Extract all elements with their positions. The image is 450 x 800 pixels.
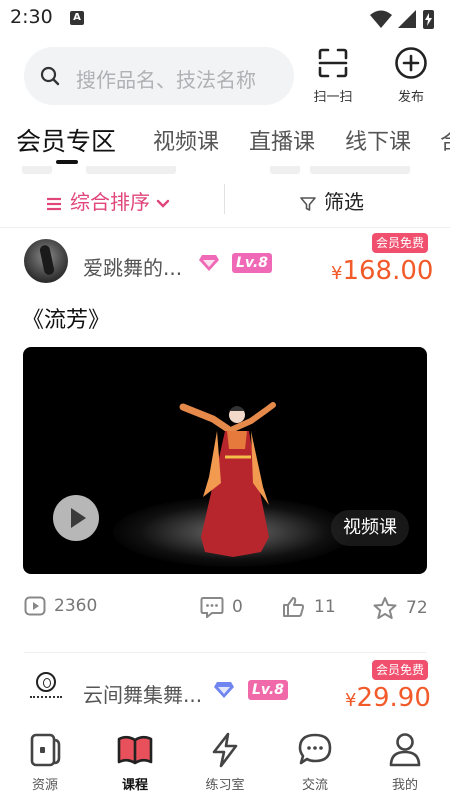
filter-label: 筛选 bbox=[324, 190, 364, 214]
person-icon bbox=[389, 733, 421, 767]
tab-live-course[interactable]: 直播课 bbox=[249, 124, 315, 156]
signal-icon bbox=[398, 10, 416, 28]
add-circle-icon bbox=[395, 47, 427, 79]
video-thumbnail[interactable]: 视频课 bbox=[23, 347, 427, 574]
chevron-down-icon bbox=[156, 199, 170, 208]
favorites-count: 72 bbox=[406, 598, 428, 618]
thumbs-up-icon bbox=[283, 597, 305, 617]
comments-count: 0 bbox=[232, 597, 243, 617]
price-value: 29.90 bbox=[356, 683, 431, 713]
list-icon bbox=[47, 197, 61, 210]
course-price: ¥168.00 bbox=[331, 256, 433, 286]
favorites-stat[interactable]: 72 bbox=[372, 596, 428, 630]
scan-button[interactable]: 扫一扫 bbox=[303, 46, 363, 108]
comments-stat[interactable]: 0 bbox=[200, 596, 243, 630]
lightning-icon bbox=[212, 732, 238, 768]
nav-resources[interactable]: 资源 bbox=[5, 732, 85, 793]
nav-label: 交流 bbox=[301, 778, 328, 793]
filter-divider bbox=[224, 184, 225, 214]
publish-button[interactable]: 发布 bbox=[381, 46, 441, 108]
play-count-icon bbox=[24, 596, 46, 616]
star-icon bbox=[373, 597, 397, 619]
views-stat: 2360 bbox=[24, 596, 97, 630]
video-type-tag: 视频课 bbox=[331, 510, 409, 546]
diamond-vip-icon bbox=[214, 682, 234, 698]
book-icon bbox=[117, 735, 153, 765]
nav-community[interactable]: 交流 bbox=[275, 732, 355, 793]
level-badge: Lv.8 bbox=[232, 253, 272, 273]
course-title[interactable]: 《流芳》 bbox=[22, 302, 110, 334]
diamond-vip-icon bbox=[199, 255, 219, 271]
currency-symbol: ¥ bbox=[331, 263, 343, 284]
comment-icon bbox=[200, 597, 224, 620]
accessibility-indicator-icon: A bbox=[70, 11, 84, 25]
vip-free-tag: 会员免费 bbox=[372, 660, 429, 680]
status-time: 2:30 bbox=[10, 6, 53, 28]
scan-icon bbox=[318, 48, 348, 78]
nav-practice-room[interactable]: 练习室 bbox=[185, 732, 265, 793]
search-icon bbox=[40, 66, 60, 86]
nav-label: 课程 bbox=[121, 778, 148, 793]
publish-label: 发布 bbox=[397, 90, 424, 105]
status-bar: 2:30 A bbox=[0, 0, 450, 36]
vip-free-tag: 会员免费 bbox=[372, 233, 429, 253]
sort-label: 综合排序 bbox=[70, 190, 150, 214]
likes-stat[interactable]: 11 bbox=[282, 596, 336, 630]
filter-icon bbox=[300, 196, 316, 211]
course-price: ¥29.90 bbox=[345, 683, 431, 713]
nav-profile[interactable]: 我的 bbox=[365, 732, 445, 793]
divider bbox=[0, 227, 450, 228]
card-divider bbox=[24, 652, 426, 653]
search-box[interactable]: 搜作品名、技法名称 bbox=[24, 47, 294, 105]
scan-label: 扫一扫 bbox=[313, 90, 353, 105]
dancer-image bbox=[179, 402, 276, 557]
filter-button[interactable]: 筛选 bbox=[300, 186, 364, 215]
nav-courses[interactable]: 课程 bbox=[95, 732, 175, 793]
filter-bar: 综合排序 筛选 bbox=[0, 174, 450, 226]
author-name[interactable]: 爱跳舞的... bbox=[83, 252, 182, 281]
currency-symbol: ¥ bbox=[345, 690, 357, 711]
resource-icon bbox=[30, 733, 61, 767]
nav-label: 资源 bbox=[31, 778, 58, 793]
author-name[interactable]: 云间舞集舞... bbox=[83, 679, 202, 708]
views-count: 2360 bbox=[54, 596, 98, 616]
author-avatar[interactable] bbox=[24, 239, 68, 283]
likes-count: 11 bbox=[314, 597, 336, 617]
tab-video-course[interactable]: 视频课 bbox=[153, 124, 219, 156]
nav-label: 我的 bbox=[391, 778, 418, 793]
search-placeholder: 搜作品名、技法名称 bbox=[76, 68, 256, 92]
tab-member-zone[interactable]: 会员专区 bbox=[16, 122, 116, 158]
nav-label: 练习室 bbox=[205, 778, 245, 793]
price-value: 168.00 bbox=[342, 256, 434, 286]
wifi-icon bbox=[370, 10, 392, 28]
tab-indicator bbox=[56, 160, 78, 164]
chat-icon bbox=[298, 733, 332, 765]
category-tabs: 会员专区 视频课 直播课 线下课 合 bbox=[0, 116, 450, 166]
tab-more[interactable]: 合 bbox=[440, 124, 450, 156]
tab-offline-course[interactable]: 线下课 bbox=[345, 124, 411, 156]
author-avatar[interactable] bbox=[24, 668, 68, 712]
play-button[interactable] bbox=[53, 495, 99, 541]
status-icons bbox=[370, 10, 434, 29]
course-stats: 2360 0 11 72 bbox=[0, 596, 450, 630]
level-badge: Lv.8 bbox=[248, 680, 288, 700]
sort-dropdown[interactable]: 综合排序 bbox=[46, 186, 170, 214]
bottom-nav: 资源 课程 练习室 交流 我的 bbox=[0, 722, 450, 800]
